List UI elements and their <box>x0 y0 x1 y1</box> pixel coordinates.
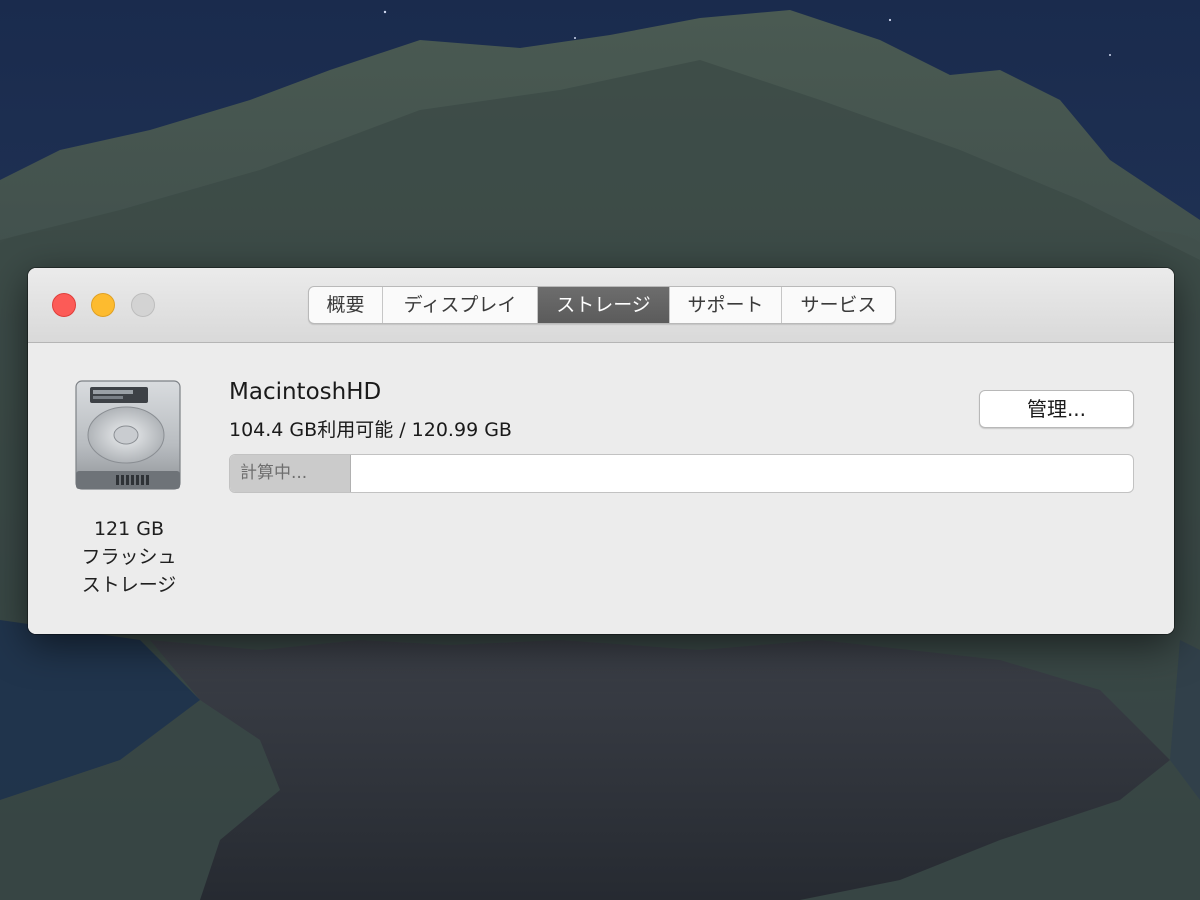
volume-name: MacintoshHD <box>229 379 382 405</box>
manage-button[interactable]: 管理... <box>979 390 1134 428</box>
tab-displays[interactable]: ディスプレイ <box>383 287 538 323</box>
minimize-button[interactable] <box>91 293 115 317</box>
tab-bar: 概要 ディスプレイ ストレージ サポート サービス <box>308 286 896 324</box>
title-bar: 概要 ディスプレイ ストレージ サポート サービス <box>28 268 1174 343</box>
storage-usage-bar: 計算中... <box>229 454 1134 493</box>
drive-caption: 121 GB フラッシュ ストレージ <box>58 515 200 599</box>
storage-usage-fill: 計算中... <box>230 455 351 492</box>
drive-type-line-2: ストレージ <box>81 574 177 596</box>
close-button[interactable] <box>52 293 76 317</box>
tab-service[interactable]: サービス <box>782 287 895 323</box>
tab-storage[interactable]: ストレージ <box>538 287 670 323</box>
tab-support[interactable]: サポート <box>670 287 782 323</box>
hard-drive-icon <box>75 380 181 490</box>
zoom-button <box>131 293 155 317</box>
storage-panel: 121 GB フラッシュ ストレージ MacintoshHD 104.4 GB利… <box>28 343 1174 634</box>
calculating-label: 計算中... <box>240 463 308 483</box>
about-this-mac-window: 概要 ディスプレイ ストレージ サポート サービス 121 GB フラッシュ ス… <box>28 268 1174 634</box>
tab-overview[interactable]: 概要 <box>309 287 383 323</box>
drive-type-line-1: フラッシュ <box>81 546 177 568</box>
desktop-wallpaper: 概要 ディスプレイ ストレージ サポート サービス 121 GB フラッシュ ス… <box>0 0 1200 900</box>
drive-capacity: 121 GB <box>93 518 165 540</box>
volume-space: 104.4 GB利用可能 / 120.99 GB <box>229 419 512 441</box>
